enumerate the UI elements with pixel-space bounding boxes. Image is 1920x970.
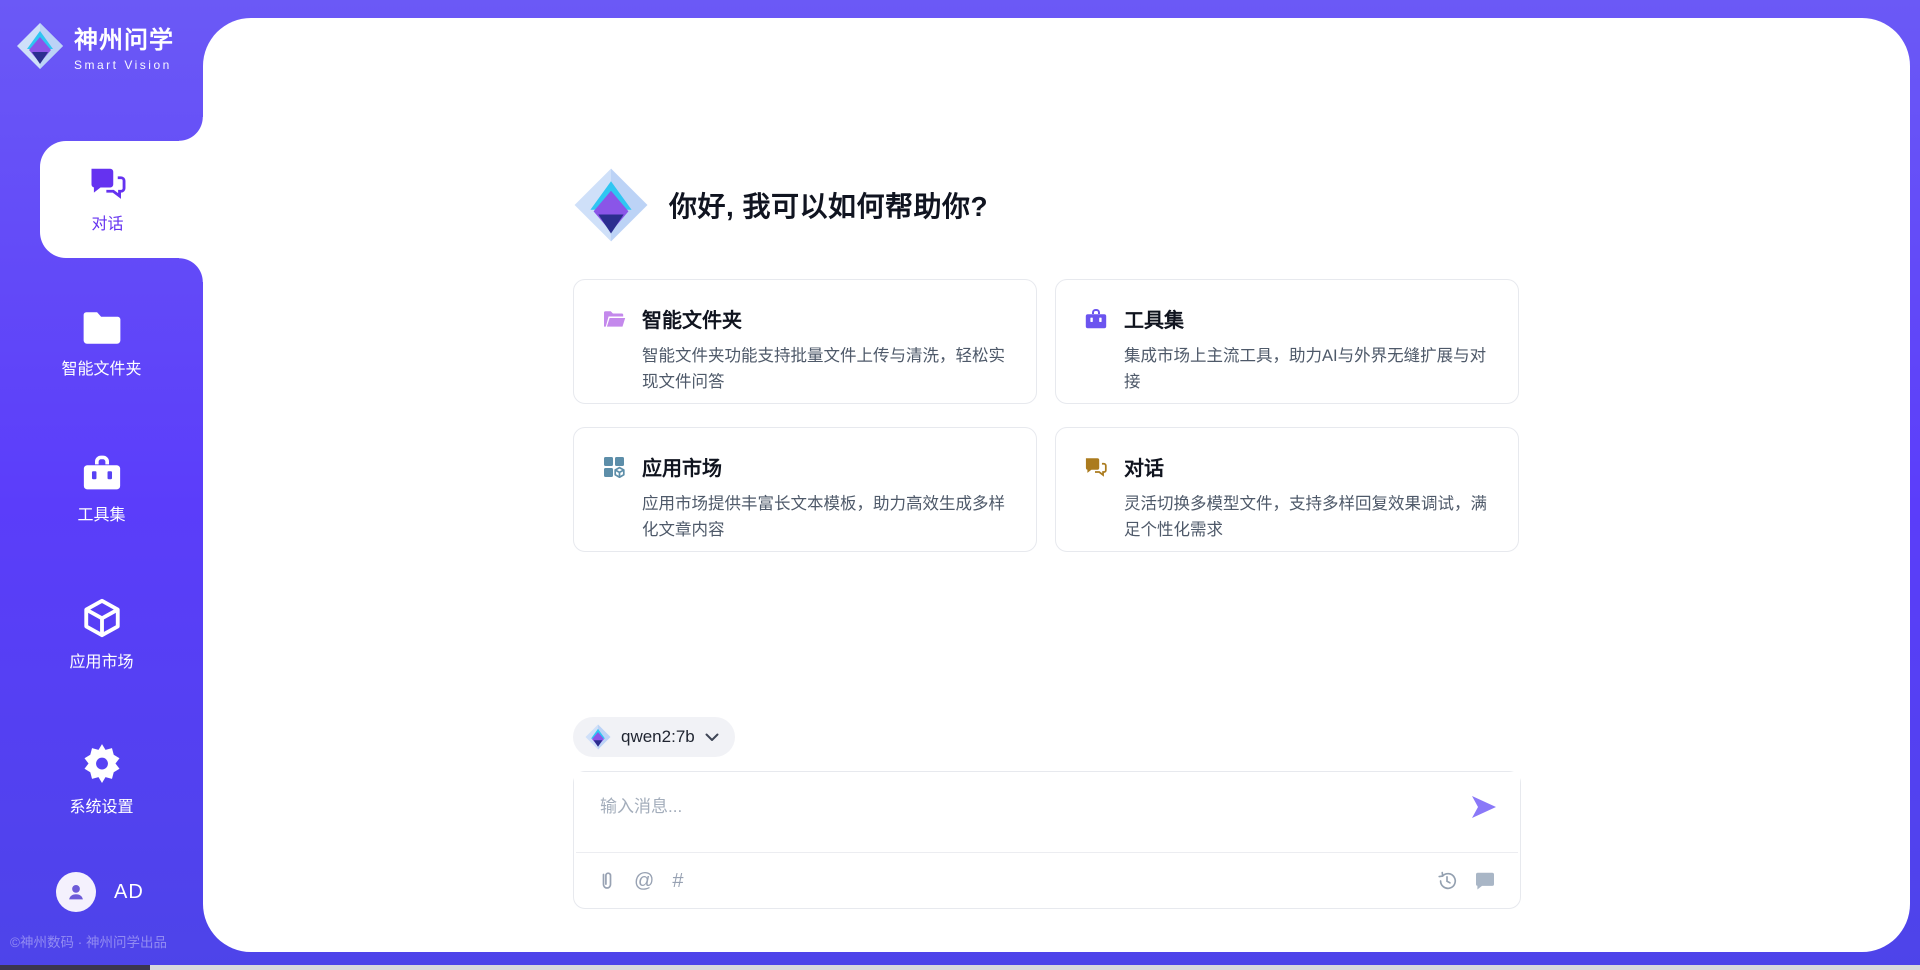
- user-chip[interactable]: AD: [56, 872, 144, 912]
- sidebar-item-label: 智能文件夹: [61, 355, 141, 379]
- model-selector[interactable]: qwen2:7b: [573, 717, 735, 757]
- brand-name: 神州问学: [74, 20, 174, 55]
- sidebar-item-label: 应用市场: [69, 648, 133, 672]
- paperclip-icon[interactable]: [598, 870, 616, 892]
- grid-cube-icon: [602, 455, 626, 479]
- brand-subtitle: Smart Vision: [74, 58, 174, 72]
- sidebar-item-settings[interactable]: 系统设置: [0, 721, 203, 838]
- page-title: 你好, 我可以如何帮助你?: [669, 185, 988, 225]
- sidebar-item-label: 工具集: [77, 501, 125, 525]
- feature-cards: 智能文件夹 智能文件夹功能支持批量文件上传与清洗，轻松实现文件问答 工具集: [573, 279, 1521, 552]
- main-panel: 你好, 我可以如何帮助你? 智能文件夹 智能文件夹功能支持批量文件上传与清洗，轻…: [203, 18, 1910, 952]
- send-button[interactable]: [1470, 794, 1498, 820]
- tab-curve-bottom: [179, 258, 203, 282]
- greeting: 你好, 我可以如何帮助你?: [573, 167, 1521, 243]
- card-title: 对话: [1124, 452, 1164, 481]
- toolbox-icon: [81, 454, 123, 492]
- horizontal-scrollbar[interactable]: [0, 965, 1920, 970]
- sidebar-item-label: 对话: [91, 210, 123, 234]
- user-label: AD: [114, 881, 144, 904]
- folder-icon: [81, 310, 123, 346]
- chevron-down-icon: [705, 733, 719, 742]
- card-description: 应用市场提供丰富长文本模板，助力高效生成多样化文章内容: [642, 491, 1008, 543]
- send-icon: [1470, 794, 1498, 820]
- sidebar-item-folders[interactable]: 智能文件夹: [0, 286, 203, 403]
- sidebar-item-tools[interactable]: 工具集: [0, 431, 203, 548]
- sidebar: 神州问学 Smart Vision 对话 智能文件夹: [0, 0, 203, 970]
- card-app-market[interactable]: 应用市场 应用市场提供丰富长文本模板，助力高效生成多样化文章内容: [573, 427, 1037, 552]
- brand-logo: 神州问学 Smart Vision: [16, 20, 174, 72]
- message-input[interactable]: [574, 772, 1520, 852]
- at-icon[interactable]: @: [634, 871, 654, 891]
- history-icon[interactable]: [1436, 870, 1458, 892]
- card-description: 智能文件夹功能支持批量文件上传与清洗，轻松实现文件问答: [642, 343, 1008, 395]
- avatar: [56, 872, 96, 912]
- chat-icon: [88, 165, 128, 201]
- chat-bubble-icon[interactable]: [1474, 871, 1496, 891]
- chat-bubbles-icon: [1084, 456, 1108, 478]
- greeting-gem-icon: [573, 167, 649, 243]
- person-icon: [65, 881, 87, 903]
- cube-icon: [81, 597, 123, 639]
- sidebar-item-label: 系统设置: [69, 793, 133, 817]
- briefcase-icon: [1084, 308, 1108, 330]
- card-description: 灵活切换多模型文件，支持多样回复效果调试，满足个性化需求: [1124, 491, 1490, 543]
- gear-icon: [81, 742, 123, 784]
- model-name: qwen2:7b: [621, 727, 695, 747]
- card-toolset[interactable]: 工具集 集成市场上主流工具，助力AI与外界无缝扩展与对接: [1055, 279, 1519, 404]
- sidebar-footer: ©神州数码 · 神州问学出品: [10, 931, 200, 951]
- tab-curve-top: [179, 117, 203, 141]
- card-smart-folder[interactable]: 智能文件夹 智能文件夹功能支持批量文件上传与清洗，轻松实现文件问答: [573, 279, 1037, 404]
- sidebar-item-market[interactable]: 应用市场: [0, 576, 203, 693]
- composer-toolbar: @ #: [576, 852, 1518, 908]
- card-chat[interactable]: 对话 灵活切换多模型文件，支持多样回复效果调试，满足个性化需求: [1055, 427, 1519, 552]
- card-title: 工具集: [1124, 304, 1184, 333]
- hash-icon[interactable]: #: [672, 871, 683, 891]
- card-title: 应用市场: [642, 452, 722, 481]
- model-gem-icon: [585, 724, 611, 750]
- card-description: 集成市场上主流工具，助力AI与外界无缝扩展与对接: [1124, 343, 1490, 395]
- message-composer: @ #: [573, 771, 1521, 909]
- gem-icon: [16, 22, 64, 70]
- sidebar-item-chat[interactable]: 对话: [40, 141, 203, 258]
- folder-open-icon: [602, 308, 626, 330]
- scrollbar-corner: [0, 965, 150, 970]
- card-title: 智能文件夹: [642, 304, 742, 333]
